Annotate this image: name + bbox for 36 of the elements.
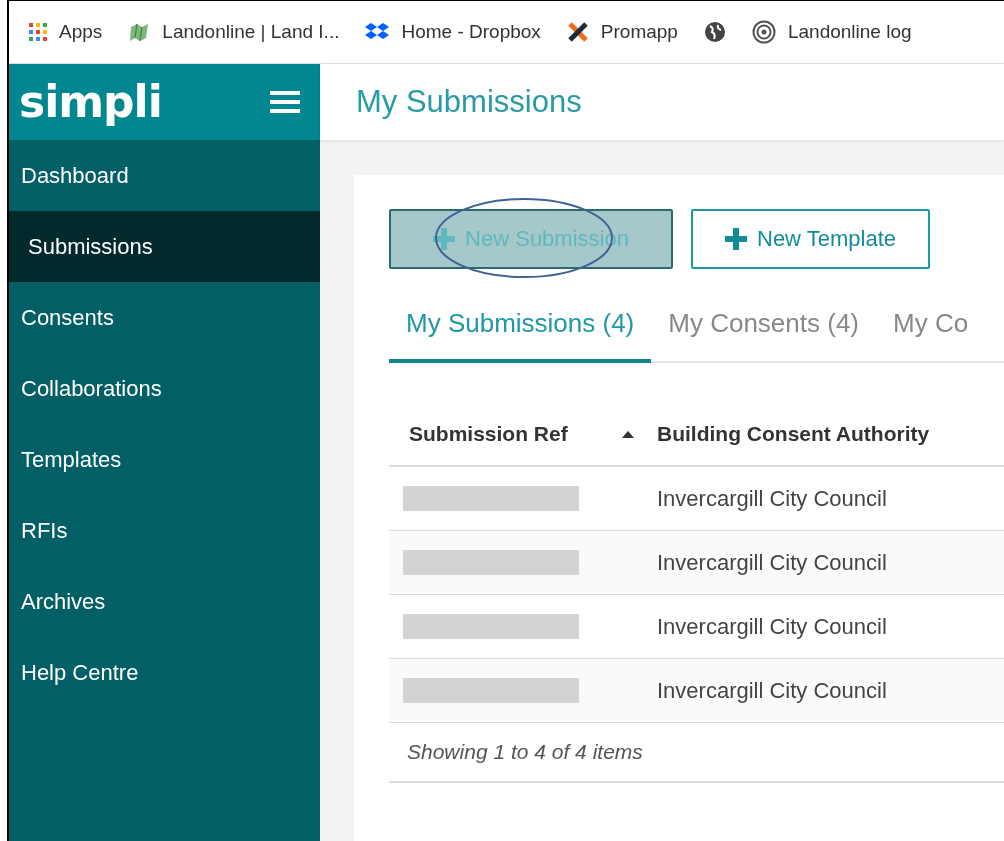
tab[interactable]: My Co bbox=[876, 292, 986, 363]
table-cell: Invercargill City Council bbox=[657, 485, 887, 511]
column-header[interactable]: Submission Ref bbox=[409, 422, 568, 446]
page-title: My Submissions bbox=[356, 84, 582, 120]
bookmark-link[interactable]: Home - Dropbox bbox=[365, 21, 541, 43]
globe-icon bbox=[703, 21, 726, 43]
plus-icon bbox=[433, 228, 456, 250]
cross-icon bbox=[566, 21, 589, 43]
new-button[interactable]: New Template bbox=[691, 209, 930, 269]
dropbox-icon bbox=[365, 22, 390, 42]
bookmark-link[interactable]: Landonline | Land I... bbox=[128, 21, 340, 43]
menu-icon[interactable] bbox=[270, 90, 300, 114]
tab[interactable]: My Consents (4) bbox=[651, 292, 876, 363]
table-cell: Invercargill City Council bbox=[657, 549, 887, 575]
column-header[interactable]: Building Consent Authority bbox=[657, 422, 930, 446]
bookmark-link[interactable]: Promapp bbox=[566, 21, 678, 43]
sidebar-item[interactable]: Consents bbox=[9, 282, 320, 353]
bookmark-link[interactable]: Landonline log bbox=[751, 20, 912, 44]
plus-icon bbox=[725, 228, 747, 250]
sidebar-item[interactable]: Templates bbox=[9, 424, 320, 495]
sort-ascending-icon[interactable] bbox=[622, 430, 634, 438]
table-cell: Invercargill City Council bbox=[657, 677, 887, 703]
target-icon bbox=[751, 20, 776, 44]
bookmark-link[interactable]: Apps bbox=[29, 21, 103, 43]
sidebar-item[interactable]: Submissions bbox=[9, 211, 320, 282]
bookmark-link[interactable] bbox=[703, 21, 726, 43]
sidebar-item[interactable]: Archives bbox=[9, 566, 320, 637]
map-icon bbox=[128, 21, 151, 43]
pagination-info: Showing 1 to 4 of 4 items bbox=[407, 740, 643, 764]
logo: simpli bbox=[19, 80, 162, 124]
sidebar-item[interactable]: RFIs bbox=[9, 495, 320, 566]
sidebar-item[interactable]: Help Centre bbox=[9, 637, 320, 708]
sidebar-item[interactable]: Collaborations bbox=[9, 353, 320, 424]
sidebar-item[interactable]: Dashboard bbox=[9, 140, 320, 211]
apps-grid-icon bbox=[29, 23, 47, 41]
table-cell: Invercargill City Council bbox=[657, 613, 887, 639]
